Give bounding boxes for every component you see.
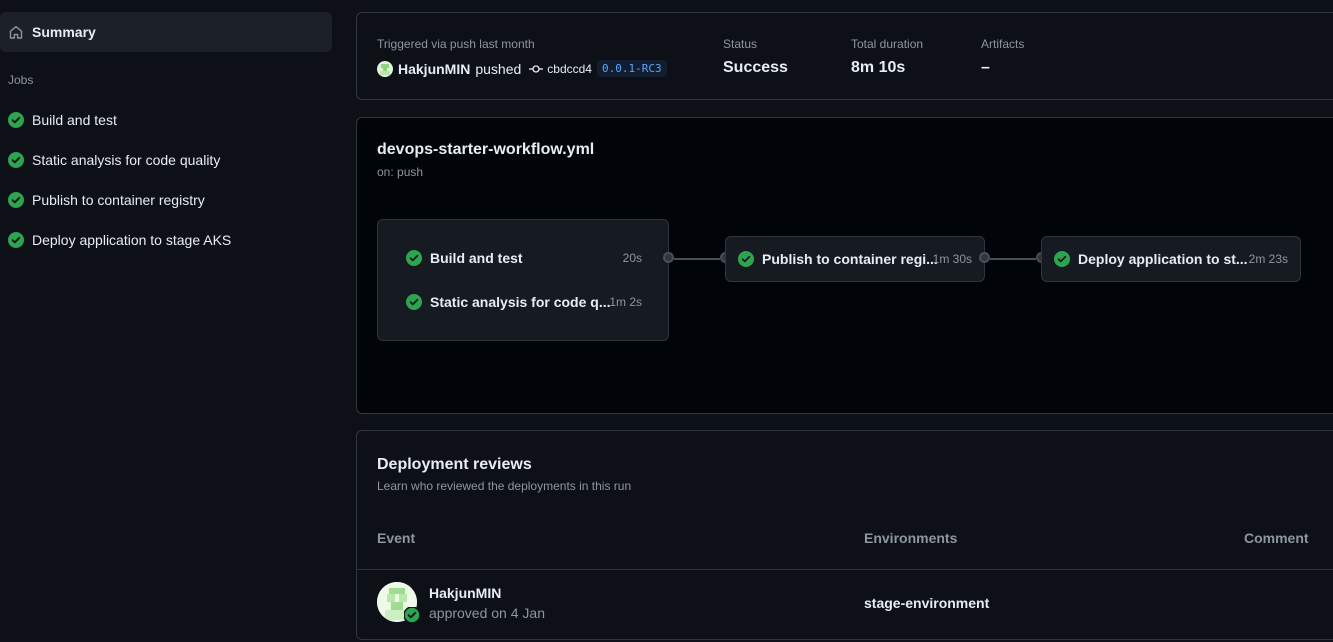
row-divider xyxy=(357,569,1333,570)
duration-value: 8m 10s xyxy=(851,59,906,76)
graph-job-deploy-row: Deploy application to st... 2m 23s xyxy=(1054,251,1288,267)
graph-job-publish[interactable]: Publish to container regi... 1m 30s xyxy=(725,236,985,282)
graph-job-deploy[interactable]: Deploy application to st... 2m 23s xyxy=(1041,236,1301,282)
graph-job-publish-row: Publish to container regi... 1m 30s xyxy=(738,251,972,267)
sidebar-item-publish[interactable]: Publish to container registry xyxy=(0,184,332,216)
trigger-row: HakjunMIN pushed cbdccd4 0.0.1-RC3 xyxy=(377,60,667,77)
check-circle-icon xyxy=(738,251,754,267)
sidebar-item-static-analysis[interactable]: Static analysis for code quality xyxy=(0,144,332,176)
commit-icon xyxy=(529,62,544,76)
graph-job-duration: 1m 2s xyxy=(609,295,642,309)
artifacts-value: – xyxy=(981,59,990,76)
connector-line xyxy=(990,258,1036,260)
sidebar-item-deploy[interactable]: Deploy application to stage AKS xyxy=(0,224,332,256)
actor-link[interactable]: HakjunMIN xyxy=(398,61,470,77)
workflow-trigger: on: push xyxy=(377,165,424,179)
sidebar-item-summary[interactable]: Summary xyxy=(0,12,332,52)
job-group: Build and test 20s Static analysis for c… xyxy=(377,219,669,341)
reviews-subtitle: Learn who reviewed the deployments in th… xyxy=(377,479,632,493)
connector-dot xyxy=(663,252,674,263)
check-circle-icon xyxy=(8,192,24,208)
connector-dot xyxy=(979,252,990,263)
graph-job-static-analysis[interactable]: Static analysis for code q... 1m 2s xyxy=(406,294,642,310)
workflow-file-name[interactable]: devops-starter-workflow.yml xyxy=(377,141,594,159)
connector-line xyxy=(674,258,720,260)
check-circle-icon xyxy=(8,112,24,128)
column-header-environments: Environments xyxy=(864,530,958,546)
sidebar: Summary Jobs Build and test Static analy… xyxy=(0,0,340,642)
sidebar-item-label: Deploy application to stage AKS xyxy=(32,232,232,248)
trigger-verb: pushed xyxy=(475,60,522,77)
check-circle-icon xyxy=(8,152,24,168)
reviews-title: Deployment reviews xyxy=(377,456,532,473)
graph-job-name: Build and test xyxy=(430,250,523,266)
sidebar-item-summary-label: Summary xyxy=(32,24,96,40)
review-action: approved on 4 Jan xyxy=(429,605,545,621)
sidebar-item-label: Publish to container registry xyxy=(32,192,205,208)
home-icon xyxy=(8,24,24,40)
graph-job-name: Static analysis for code q... xyxy=(430,294,611,310)
sidebar-item-label: Build and test xyxy=(32,112,117,128)
sidebar-item-label: Static analysis for code quality xyxy=(32,152,221,168)
check-circle-icon xyxy=(8,232,24,248)
reviewer-name[interactable]: HakjunMIN xyxy=(429,585,501,601)
graph-job-name: Deploy application to st... xyxy=(1078,251,1248,267)
status-value: Success xyxy=(723,59,788,76)
workflow-graph-card: devops-starter-workflow.yml on: push Bui… xyxy=(356,117,1333,414)
check-circle-icon xyxy=(1054,251,1070,267)
tag-badge[interactable]: 0.0.1-RC3 xyxy=(596,60,667,77)
avatar[interactable] xyxy=(377,60,393,77)
status-label: Status xyxy=(723,37,758,51)
commit-sha-link[interactable]: cbdccd4 xyxy=(547,62,592,76)
run-summary-card: Triggered via push last month HakjunMIN … xyxy=(356,12,1333,100)
graph-job-duration: 1m 30s xyxy=(932,252,972,266)
approved-check-icon xyxy=(403,606,421,624)
graph-job-build-and-test[interactable]: Build and test 20s xyxy=(406,250,642,266)
duration-label: Total duration xyxy=(851,37,924,51)
trigger-text: Triggered via push last month xyxy=(377,37,535,51)
graph-job-duration: 2m 23s xyxy=(1248,252,1288,266)
column-header-comment: Comment xyxy=(1244,530,1309,546)
check-circle-icon xyxy=(406,250,422,266)
sidebar-item-build-and-test[interactable]: Build and test xyxy=(0,104,332,136)
review-environment: stage-environment xyxy=(864,595,990,611)
graph-job-name: Publish to container regi... xyxy=(762,251,938,267)
deployment-reviews-card: Deployment reviews Learn who reviewed th… xyxy=(356,430,1333,640)
artifacts-label: Artifacts xyxy=(981,37,1025,51)
check-circle-icon xyxy=(406,294,422,310)
jobs-heading: Jobs xyxy=(8,73,34,87)
column-header-event: Event xyxy=(377,530,416,546)
graph-job-duration: 20s xyxy=(622,251,642,265)
